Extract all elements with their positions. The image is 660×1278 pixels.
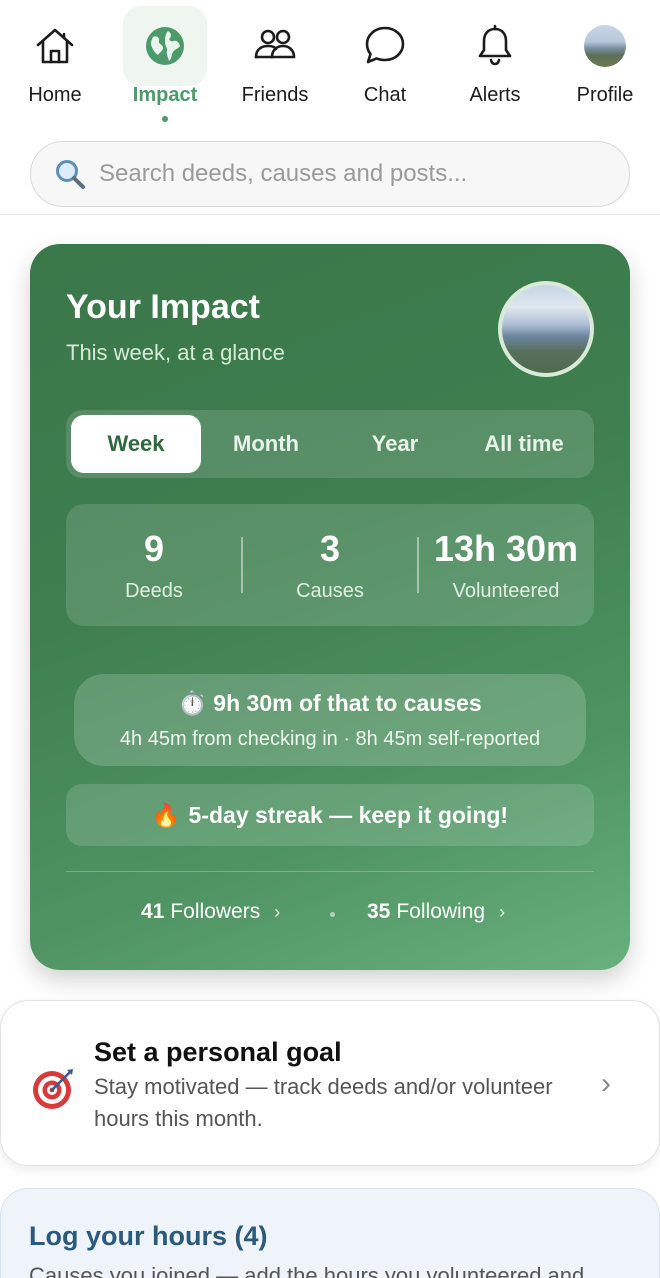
period-tabs: Week Month Year All time (66, 410, 594, 478)
following-label: Following (396, 900, 486, 923)
impact-subtitle: This week, at a glance (66, 340, 285, 365)
search-icon (53, 157, 87, 191)
stat-deeds-label: Deeds (125, 580, 183, 602)
stat-volunteered-value: 13h 30m (433, 528, 579, 569)
goal-description: Stay motivated — track deeds and/or volu… (94, 1074, 553, 1131)
personal-goal-card[interactable]: Set a personal goal Stay motivated — tra… (0, 1000, 660, 1166)
separator-dot (330, 912, 335, 917)
chat-bubble-icon (343, 6, 427, 86)
followers-count: 41 (141, 900, 165, 923)
profile-avatar (563, 6, 647, 86)
nav-friends-label: Friends (241, 84, 309, 106)
causes-time-headline: ⏱️ 9h 30m of that to causes (74, 690, 586, 717)
chevron-right-icon: › (274, 901, 281, 922)
impact-card: Your Impact This week, at a glance Week … (30, 244, 630, 970)
nav-alerts-label: Alerts (469, 84, 521, 106)
card-divider (66, 871, 594, 872)
impact-stats: 9 Deeds 3 Causes 13h 30m Volunteered (66, 504, 594, 626)
goal-title: Set a personal goal (94, 1037, 342, 1067)
home-icon (13, 6, 97, 86)
causes-time-summary: ⏱️ 9h 30m of that to causes 4h 45m from … (74, 674, 586, 766)
nav-chat[interactable]: Chat (330, 6, 440, 124)
stopwatch-icon: ⏱️ (178, 690, 207, 716)
stat-causes-label: Causes (296, 580, 364, 602)
friends-icon (233, 6, 317, 86)
streak-text: 5-day streak — keep it going! (188, 801, 509, 828)
tab-all-time[interactable]: All time (459, 415, 589, 473)
top-navigation: Home Impact Friends Chat Alerts Profile (0, 0, 660, 130)
causes-time-headline-text: 9h 30m of that to causes (213, 690, 482, 716)
nav-impact-label: Impact (132, 84, 198, 106)
nav-friends[interactable]: Friends (220, 6, 330, 124)
chevron-right-icon: › (601, 1067, 611, 1100)
tab-year[interactable]: Year (330, 415, 460, 473)
search-input[interactable]: Search deeds, causes and posts... (30, 141, 630, 207)
stat-volunteered: 13h 30m Volunteered (418, 504, 594, 626)
nav-impact[interactable]: Impact (110, 6, 220, 124)
tab-week[interactable]: Week (71, 415, 201, 473)
bell-icon (453, 6, 537, 86)
stat-deeds: 9 Deeds (66, 504, 242, 626)
streak-banner: 🔥 5-day streak — keep it going! (66, 784, 594, 846)
chevron-right-icon: › (499, 901, 506, 922)
stat-deeds-value: 9 (143, 528, 165, 569)
profile-avatar-image (584, 25, 626, 67)
follow-stats: 41 Followers › 35 Following › (30, 900, 630, 930)
following-link[interactable]: 35 Following › (367, 900, 505, 924)
log-hours-description: Causes you joined — add the hours you vo… (29, 1263, 585, 1278)
stat-volunteered-label: Volunteered (452, 580, 560, 602)
followers-link[interactable]: 41 Followers › (141, 900, 280, 924)
tab-month[interactable]: Month (201, 415, 331, 473)
nav-chat-label: Chat (363, 84, 407, 106)
log-hours-title: Log your hours (4) (29, 1221, 268, 1251)
nav-profile-label: Profile (576, 84, 634, 106)
target-icon (31, 1065, 77, 1111)
followers-label: Followers (170, 900, 261, 923)
impact-title: Your Impact (66, 288, 260, 326)
globe-icon (123, 6, 207, 86)
impact-avatar[interactable] (498, 281, 594, 377)
search-placeholder: Search deeds, causes and posts... (99, 160, 468, 187)
nav-home[interactable]: Home (0, 6, 110, 124)
causes-time-detail: 4h 45m from checking in · 8h 45m self-re… (119, 728, 541, 750)
log-hours-card[interactable]: Log your hours (4) Causes you joined — a… (0, 1188, 660, 1278)
fire-icon: 🔥 (151, 801, 181, 828)
nav-home-label: Home (28, 84, 82, 106)
nav-alerts[interactable]: Alerts (440, 6, 550, 124)
header-divider (0, 214, 660, 215)
active-indicator-dot (162, 116, 168, 122)
stat-causes: 3 Causes (242, 504, 418, 626)
following-count: 35 (367, 900, 391, 923)
nav-profile[interactable]: Profile (550, 6, 660, 124)
stat-causes-value: 3 (319, 528, 341, 569)
